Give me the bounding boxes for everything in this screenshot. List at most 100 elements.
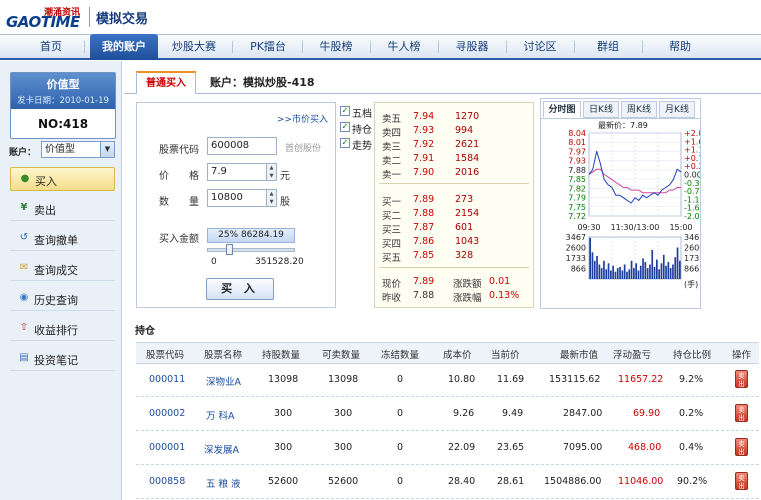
sell-button[interactable]: 卖出 (735, 404, 748, 422)
stock-name[interactable]: 五 粮 液 (206, 476, 241, 490)
quantity-label: 数 量 (159, 197, 199, 208)
volume-bar (605, 269, 608, 279)
stock-code[interactable]: 000001 (149, 442, 185, 453)
ask-price: 7.92 (413, 139, 435, 150)
table-row: 000858 五 粮 液 52600 52600 0 28.40 28.61 1… (136, 465, 759, 499)
stock-name[interactable]: 深物业A (206, 374, 241, 388)
nav-item-my-account[interactable]: 我的账户 (90, 34, 158, 60)
nav-item-top-stocks[interactable]: 牛股榜 (304, 35, 368, 59)
toggle-holdings[interactable]: ✓ 持仓 (340, 121, 374, 136)
volume-bar (651, 249, 654, 279)
nav-item-home[interactable]: 首页 (20, 35, 82, 59)
volume-bar (660, 263, 663, 279)
ask-row: 卖四 7.93 994 (375, 124, 535, 139)
floating-pnl: 69.90 (633, 408, 661, 419)
sidebar-item-buy[interactable]: ● 买入 (10, 167, 115, 191)
volume-bar (676, 247, 679, 279)
account-select[interactable]: 价值型 ▼ (41, 141, 115, 158)
ask-volume: 994 (455, 125, 474, 136)
bid-price: 7.87 (413, 222, 435, 233)
stock-code[interactable]: 000858 (149, 476, 185, 487)
nav-item-help[interactable]: 帮助 (648, 35, 712, 59)
price-label: 价 格 (159, 171, 199, 182)
nav-item-contest[interactable]: 炒股大赛 (160, 35, 228, 59)
nav-item-forum[interactable]: 讨论区 (508, 35, 572, 59)
stock-name[interactable]: 深发展A (204, 442, 239, 456)
price-stepper[interactable]: ▲ ▼ (266, 163, 277, 181)
tab-intraday[interactable]: 分时图 (543, 101, 581, 118)
volume-bar (610, 270, 612, 279)
checkbox-checked-icon[interactable]: ✓ (340, 106, 350, 116)
bid-volume: 328 (455, 250, 474, 261)
bid-price: 7.89 (413, 194, 435, 205)
account-card: 价值型 发卡日期：2010-01-19 NO:418 (10, 72, 116, 139)
sell-button[interactable]: 卖出 (735, 472, 748, 490)
sidebar-item-notes[interactable]: ▤ 投资笔记 (10, 347, 115, 371)
volume-bar (591, 252, 594, 279)
amount-slider-track[interactable] (207, 248, 295, 252)
chevron-down-icon[interactable]: ▼ (100, 142, 114, 157)
tab-daily-kline[interactable]: 日K线 (583, 101, 619, 118)
sell-button[interactable]: 卖出 (735, 438, 748, 456)
buy-button[interactable]: 买 入 (206, 278, 274, 300)
current-price: 23.65 (497, 442, 525, 453)
sidebar-item-history[interactable]: ◉ 历史查询 (10, 287, 115, 311)
holdings-title: 持仓 (135, 326, 155, 337)
sidebar-item-sell[interactable]: ¥ 卖出 (10, 197, 115, 221)
volume-bar (596, 256, 598, 279)
ask-volume: 1270 (455, 111, 480, 122)
sidebar-item-trade-query[interactable]: ✉ 查询成交 (10, 257, 115, 281)
column-header: 当前价 (491, 350, 520, 361)
nav-item-top-traders[interactable]: 牛人榜 (372, 35, 436, 59)
sidebar-item-label: 买入 (35, 175, 57, 188)
nav-item-pk-arena[interactable]: PK擂台 (236, 35, 300, 59)
tab-monthly-kline[interactable]: 月K线 (659, 101, 695, 118)
quantity-stepper[interactable]: ▲ ▼ (266, 189, 277, 207)
amount-range-max: 351528.20 (255, 257, 304, 267)
checkbox-checked-icon[interactable]: ✓ (340, 122, 350, 132)
ask-row: 卖三 7.92 2621 (375, 138, 535, 153)
price-input[interactable]: 7.9 (207, 163, 267, 181)
stock-code[interactable]: 000002 (149, 408, 185, 419)
volume-bar (619, 266, 621, 279)
nav-divider (302, 41, 303, 53)
toggle-five-levels[interactable]: ✓ 五档 (340, 105, 374, 120)
nav-divider (506, 41, 507, 53)
checkbox-checked-icon[interactable]: ✓ (340, 138, 350, 148)
stock-code-input[interactable]: 600008 (207, 137, 277, 155)
volume-bar (616, 268, 619, 279)
volume-tick-label: 2600 (684, 244, 700, 253)
volume-bar (642, 258, 644, 279)
buy-order-form: >>市价买入 股票代码 600008 首创股份 价 格 7.9 ▲ ▼ 元 数 量… (136, 102, 336, 308)
nav-divider (84, 41, 85, 53)
sidebar-item-cancel-query[interactable]: ↺ 查询撤单 (10, 227, 115, 251)
quantity-input[interactable]: 10800 (207, 189, 267, 207)
sell-button[interactable]: 卖出 (735, 370, 748, 388)
price-unit: 元 (280, 171, 290, 182)
account-select-value: 价值型 (45, 144, 75, 155)
sellable-qty: 52600 (328, 476, 359, 487)
amount-range-min: 0 (211, 257, 217, 267)
tab-normal-buy[interactable]: 普通买入 (136, 71, 196, 94)
summary-label: 现价 (382, 279, 402, 290)
market-buy-link[interactable]: >>市价买入 (277, 112, 328, 125)
nav-item-stock-finder[interactable]: 寻股器 (440, 35, 504, 59)
held-qty: 300 (274, 408, 293, 419)
time-axis-label: 11:30/13:00 (611, 223, 660, 232)
table-row: 000001 深发展A 300 300 0 22.09 23.65 7095.0… (136, 431, 759, 465)
tab-weekly-kline[interactable]: 周K线 (621, 101, 657, 118)
quantity-unit: 股 (280, 197, 290, 208)
main-nav: 首页 我的账户 炒股大赛 PK擂台 牛股榜 牛人榜 寻股器 讨论区 群组 帮助 (0, 34, 761, 60)
stock-name[interactable]: 万 科A (206, 408, 235, 422)
stock-code[interactable]: 000011 (149, 374, 185, 385)
frozen-qty: 0 (397, 374, 404, 385)
bid-row: 买五 7.85 328 (375, 249, 535, 264)
amount-slider-handle[interactable] (226, 244, 233, 255)
nav-item-groups[interactable]: 群组 (576, 35, 640, 59)
frozen-qty: 0 (397, 408, 404, 419)
volume-tick-label: 3467 (566, 233, 586, 242)
gaotime-logo[interactable]: GAOTIME 潮涌资讯 (6, 6, 86, 31)
ask-level: 卖五 (382, 114, 402, 125)
sidebar-item-ranking[interactable]: ⇧ 收益排行 (10, 317, 115, 341)
toggle-trend[interactable]: ✓ 走势 (340, 137, 374, 152)
